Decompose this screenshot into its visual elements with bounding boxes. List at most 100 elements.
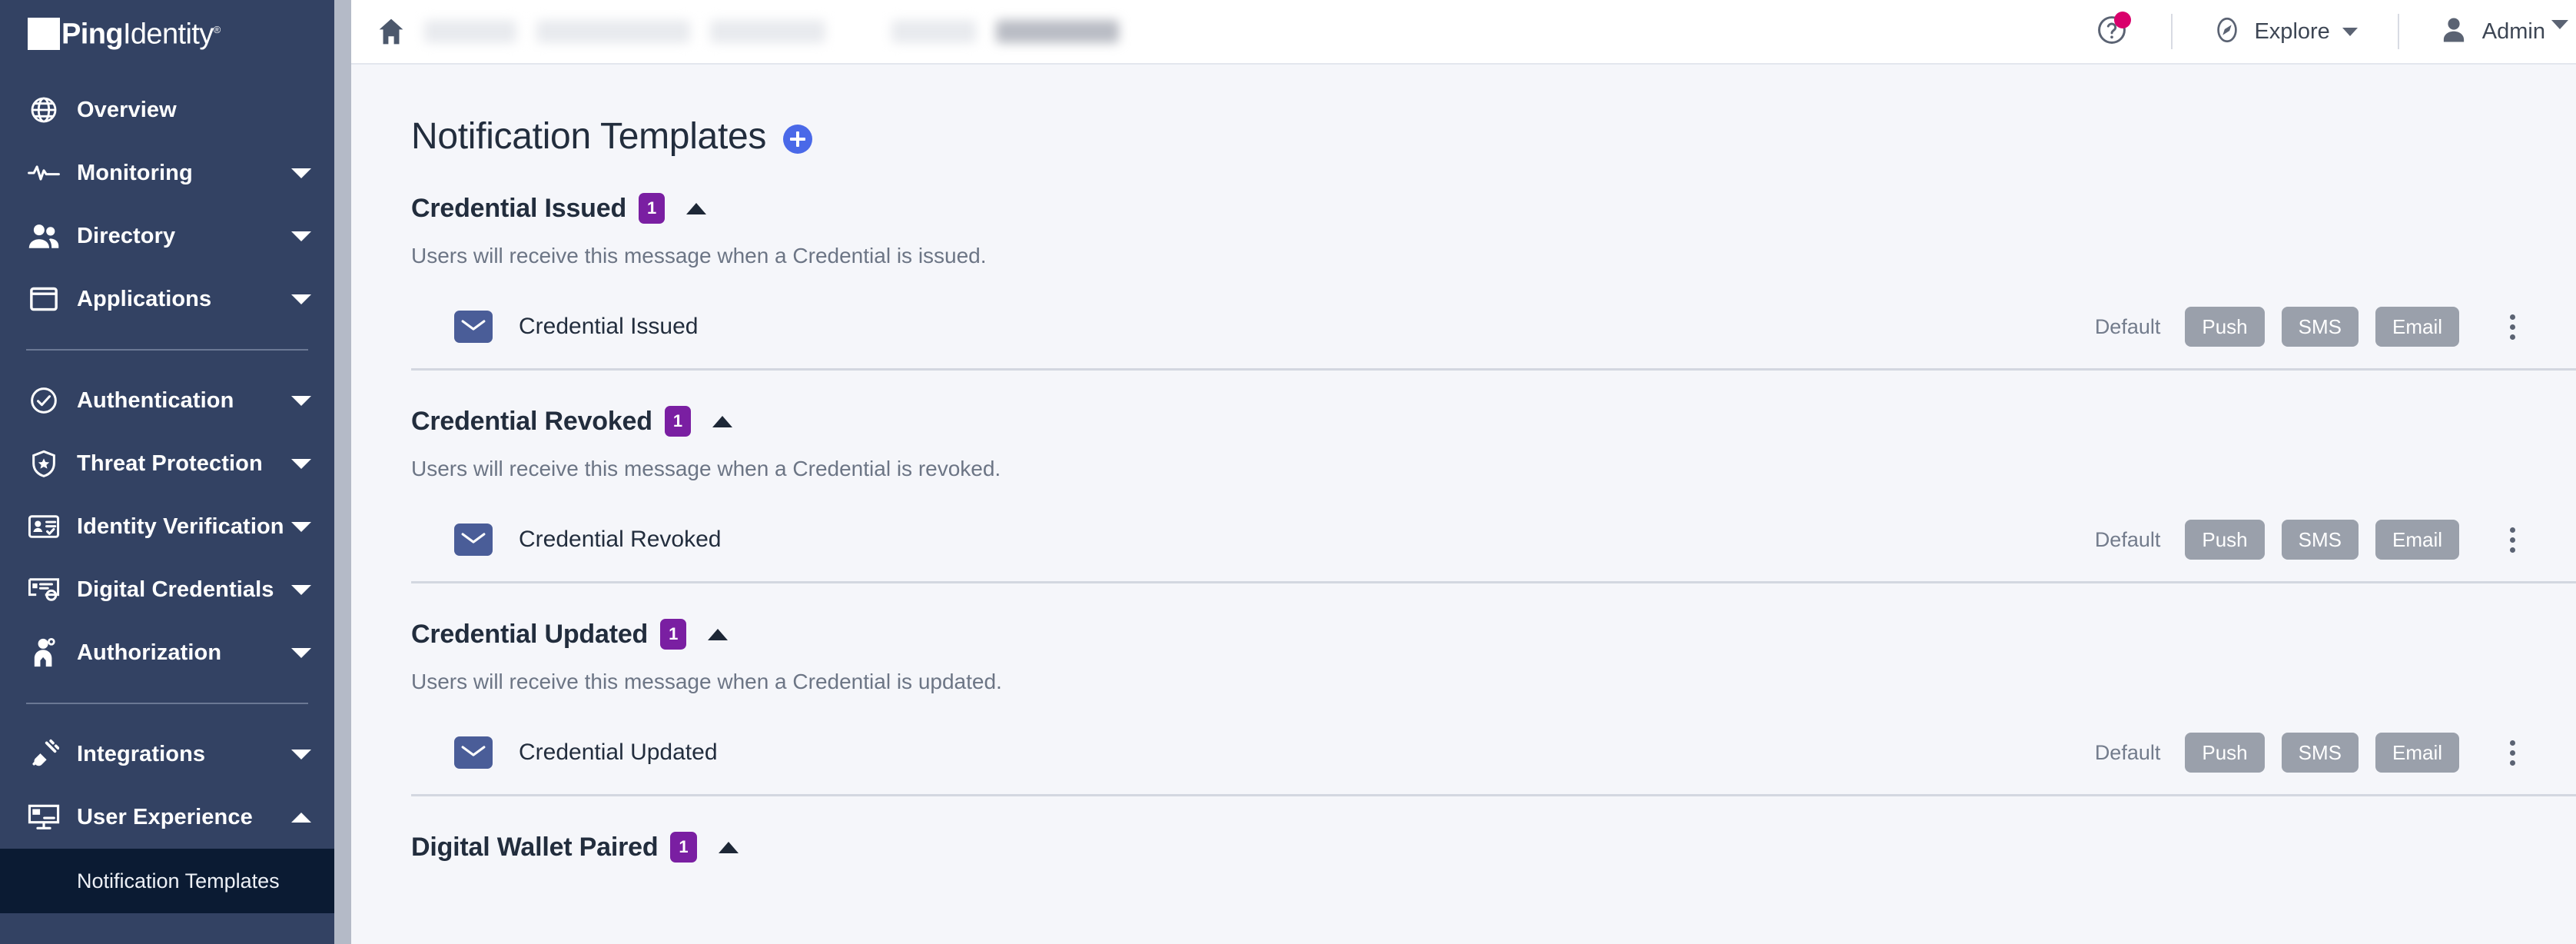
user-menu-button[interactable]: Admin xyxy=(2439,15,2545,48)
pulse-icon xyxy=(26,155,61,191)
sidebar-item-identity-verification[interactable]: Identity Verification xyxy=(0,495,334,558)
sidebar-scrollbar[interactable] xyxy=(334,0,351,944)
breadcrumb-segment[interactable] xyxy=(710,20,825,43)
header-divider xyxy=(2171,14,2173,49)
person-icon xyxy=(2439,15,2468,48)
chevron-up-icon[interactable] xyxy=(708,628,729,640)
chevron-down-icon[interactable] xyxy=(291,749,311,760)
chevron-down-icon[interactable] xyxy=(291,458,311,469)
top-header: Explore Admin xyxy=(351,0,2576,65)
user-label: Admin xyxy=(2481,18,2545,44)
sidebar-item-label: Identity Verification xyxy=(77,514,284,539)
chevron-up-icon[interactable] xyxy=(686,202,707,214)
default-label: Default xyxy=(2094,527,2161,551)
sidebar-item-directory[interactable]: Directory xyxy=(0,204,334,268)
chevron-down-icon[interactable] xyxy=(291,395,311,406)
sidebar-item-label: Overview xyxy=(77,97,177,122)
template-actions: Default Push SMS Email xyxy=(2095,520,2530,560)
channel-button-sms[interactable]: SMS xyxy=(2281,520,2359,560)
section-divider xyxy=(411,581,2576,583)
chevron-down-icon[interactable] xyxy=(291,168,311,178)
check-circle-icon xyxy=(26,383,61,418)
section-header[interactable]: Credential Updated 1 xyxy=(411,619,2530,650)
channel-button-email[interactable]: Email xyxy=(2375,520,2459,560)
template-row[interactable]: Credential Revoked Default Push SMS Emai… xyxy=(411,498,2530,581)
breadcrumb-segment[interactable] xyxy=(536,20,690,43)
certificate-icon xyxy=(26,572,61,607)
chevron-down-icon[interactable] xyxy=(2342,27,2358,36)
sidebar-item-authorization[interactable]: Authorization xyxy=(0,621,334,684)
sidebar-item-threat-protection[interactable]: Threat Protection xyxy=(0,432,334,495)
sidebar-item-user-experience[interactable]: User Experience xyxy=(0,786,334,849)
section-description: Users will receive this message when a C… xyxy=(411,244,987,268)
kebab-menu-icon[interactable] xyxy=(2495,307,2530,347)
registered-mark: ® xyxy=(213,24,221,36)
channel-button-push[interactable]: Push xyxy=(2185,307,2265,347)
header-divider xyxy=(2397,14,2399,49)
template-actions: Default Push SMS Email xyxy=(2095,733,2530,773)
template-name: Credential Revoked xyxy=(519,527,722,552)
brand-name-bold: Ping xyxy=(61,18,124,51)
sidebar-divider xyxy=(26,349,308,351)
chevron-down-icon[interactable] xyxy=(291,231,311,241)
sidebar-item-overview[interactable]: Overview xyxy=(0,78,334,141)
section-header[interactable]: Digital Wallet Paired 1 xyxy=(411,832,2530,863)
breadcrumb-segment[interactable] xyxy=(891,20,976,43)
sidebar-item-integrations[interactable]: Integrations xyxy=(0,723,334,786)
plug-icon xyxy=(26,736,61,772)
sidebar-item-label: Authorization xyxy=(77,640,222,665)
sidebar-item-applications[interactable]: Applications xyxy=(0,268,334,331)
sidebar-item-label: Directory xyxy=(77,223,176,248)
channel-button-push[interactable]: Push xyxy=(2185,520,2265,560)
brand-logo[interactable]: PingIdentity® xyxy=(0,0,334,65)
channel-button-sms[interactable]: SMS xyxy=(2281,307,2359,347)
breadcrumb-segment-current[interactable] xyxy=(996,20,1119,43)
mail-icon xyxy=(454,524,493,556)
sidebar-item-monitoring[interactable]: Monitoring xyxy=(0,141,334,204)
template-row[interactable]: Credential Updated Default Push SMS Emai… xyxy=(411,711,2530,794)
sidebar-item-label: User Experience xyxy=(77,804,253,829)
explore-menu-button[interactable]: Explore xyxy=(2213,15,2358,48)
notification-section: Credential Issued 1 Users will receive t… xyxy=(351,193,2576,368)
kebab-menu-icon[interactable] xyxy=(2495,733,2530,773)
explore-label: Explore xyxy=(2254,18,2330,44)
chevron-up-icon[interactable] xyxy=(291,812,311,823)
section-header[interactable]: Credential Issued 1 xyxy=(411,193,2530,224)
section-header[interactable]: Credential Revoked 1 xyxy=(411,406,2530,437)
main-content: Notification Templates Credential Issued… xyxy=(351,66,2576,944)
sidebar-item-notification-templates[interactable]: Notification Templates xyxy=(0,849,334,913)
chevron-down-icon[interactable] xyxy=(291,584,311,595)
channel-button-push[interactable]: Push xyxy=(2185,733,2265,773)
channel-button-email[interactable]: Email xyxy=(2375,733,2459,773)
mail-icon xyxy=(454,311,493,343)
home-icon[interactable] xyxy=(378,18,404,45)
breadcrumb[interactable] xyxy=(424,20,1119,43)
window-icon xyxy=(26,281,61,317)
header-collapse-caret-icon[interactable] xyxy=(2551,20,2568,29)
sidebar: PingIdentity® Overview Monitoring Direct… xyxy=(0,0,334,944)
chevron-up-icon[interactable] xyxy=(718,841,739,853)
sidebar-item-label: Integrations xyxy=(77,741,206,766)
section-description: Users will receive this message when a C… xyxy=(411,670,1002,693)
sidebar-item-authentication[interactable]: Authentication xyxy=(0,369,334,432)
add-template-button[interactable] xyxy=(783,124,813,154)
help-button[interactable] xyxy=(2096,11,2132,50)
kebab-menu-icon[interactable] xyxy=(2495,520,2530,560)
sidebar-item-label: Applications xyxy=(77,286,212,311)
plus-icon xyxy=(790,131,806,147)
default-label: Default xyxy=(2094,314,2161,338)
notification-section: Credential Updated 1 Users will receive … xyxy=(351,619,2576,794)
chevron-down-icon[interactable] xyxy=(291,294,311,304)
notification-dot xyxy=(2114,11,2132,28)
chevron-up-icon[interactable] xyxy=(712,415,733,427)
chevron-down-icon[interactable] xyxy=(291,521,311,532)
chevron-down-icon[interactable] xyxy=(291,647,311,658)
sidebar-item-digital-credentials[interactable]: Digital Credentials xyxy=(0,558,334,621)
channel-button-email[interactable]: Email xyxy=(2375,307,2459,347)
section-title: Credential Revoked xyxy=(411,406,652,436)
template-row[interactable]: Credential Issued Default Push SMS Email xyxy=(411,285,2530,368)
section-count-badge: 1 xyxy=(670,832,697,863)
breadcrumb-segment[interactable] xyxy=(424,20,516,43)
channel-button-sms[interactable]: SMS xyxy=(2281,733,2359,773)
section-description: Users will receive this message when a C… xyxy=(411,457,1001,480)
